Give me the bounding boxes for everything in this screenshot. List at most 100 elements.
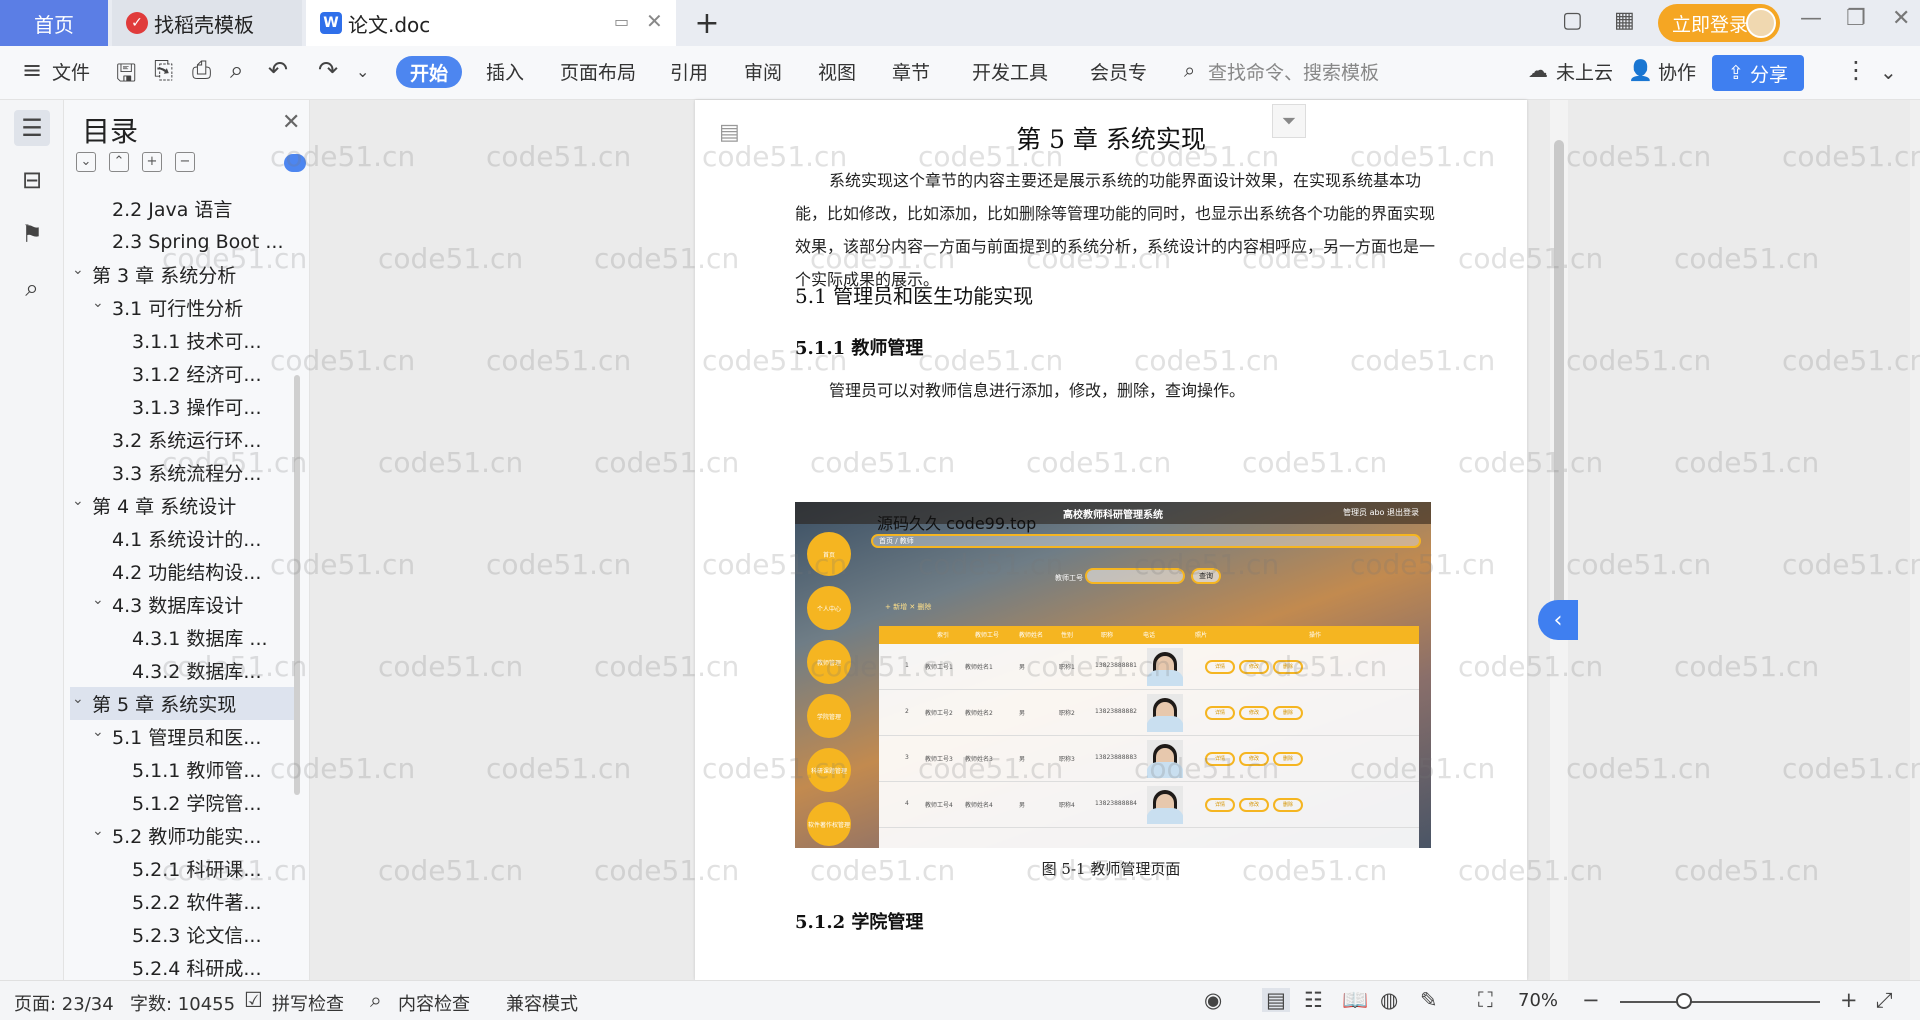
collab-button[interactable]: 协作 — [1658, 58, 1696, 85]
spell-check-button[interactable]: 拼写检查 — [272, 990, 344, 1016]
find-icon[interactable]: ⌕ — [14, 270, 50, 306]
outline-item[interactable]: 5.1.2 学院管... — [70, 786, 296, 819]
float-window-icon[interactable]: ▭ — [614, 12, 629, 31]
collapse-ribbon-icon[interactable]: ⌄ — [1880, 60, 1897, 84]
scroll-thumb[interactable] — [1554, 140, 1564, 620]
restore-icon[interactable]: ❐ — [1846, 6, 1866, 31]
remove-heading-icon[interactable]: − — [175, 152, 195, 172]
outline-item[interactable]: 2.2 Java 语言 — [70, 192, 296, 225]
word-count[interactable]: 字数: 10455 — [130, 990, 235, 1016]
outline-item[interactable]: ⌄ 3.1 可行性分析 — [70, 291, 296, 324]
tab-review[interactable]: 审阅 — [744, 58, 782, 85]
outline-item[interactable]: 5.2.2 软件著... — [70, 885, 296, 918]
tab-document[interactable]: W 论文.doc ▭ ✕ — [306, 0, 676, 46]
chevron-down-icon[interactable]: ⌄ — [92, 724, 104, 740]
outline-item[interactable]: 3.1.2 经济可... — [70, 357, 296, 390]
outline-item[interactable]: ⌄ 第 3 章 系统分析 — [70, 258, 296, 291]
write-view-icon[interactable]: ✎ — [1420, 988, 1438, 1012]
redo-icon[interactable]: ↷ — [318, 56, 338, 84]
close-tab-icon[interactable]: ✕ — [646, 9, 663, 33]
login-button[interactable]: 立即登录 — [1658, 4, 1780, 42]
close-window-icon[interactable]: ✕ — [1892, 6, 1910, 31]
expand-all-icon[interactable]: ⌃ — [109, 152, 129, 172]
smart-outline-icon[interactable] — [284, 154, 306, 172]
bookmark-icon[interactable]: ⚑ — [14, 216, 50, 252]
new-tab-button[interactable]: + — [692, 6, 722, 41]
print-icon[interactable]: ⎙ — [192, 56, 211, 84]
outline-item[interactable]: ⌄ 4.3 数据库设计 — [70, 588, 296, 621]
tab-start[interactable]: 开始 — [396, 56, 462, 88]
add-heading-icon[interactable]: + — [142, 152, 162, 172]
collapse-all-icon[interactable]: ⌄ — [76, 152, 96, 172]
grid-apps-icon[interactable]: ▦ — [1614, 8, 1635, 33]
zoom-out-icon[interactable]: − — [1582, 988, 1600, 1012]
tab-layout[interactable]: 页面布局 — [560, 58, 636, 85]
eye-protect-icon[interactable]: ◉ — [1204, 988, 1222, 1012]
chapter-nav-icon[interactable]: ⊟ — [14, 162, 50, 198]
document-scrollbar[interactable] — [1550, 100, 1568, 980]
outline-item[interactable]: 4.3.1 数据库 ... — [70, 621, 296, 654]
outline-item[interactable]: 5.2.1 科研课... — [70, 852, 296, 885]
file-menu[interactable]: 文件 — [52, 58, 90, 85]
chevron-down-icon[interactable]: ⌄ — [72, 691, 84, 707]
outline-item[interactable]: ⌄ 5.1 管理员和医... — [70, 720, 296, 753]
more-options-icon[interactable]: ⋮ — [1844, 56, 1868, 84]
outline-item[interactable]: 3.1.1 技术可... — [70, 324, 296, 357]
outline-item[interactable]: 5.2.4 科研成... — [70, 951, 296, 978]
undo-icon[interactable]: ↶ — [268, 56, 288, 84]
tab-reference[interactable]: 引用 — [670, 58, 708, 85]
outline-item[interactable]: ⌄ 第 4 章 系统设计 — [70, 489, 296, 522]
cloud-status[interactable]: 未上云 — [1556, 58, 1613, 85]
reading-view-icon[interactable]: 📖 — [1342, 988, 1368, 1013]
side-panel-toggle-icon[interactable]: ‹ — [1538, 600, 1578, 640]
more-chevron-icon[interactable]: ⌄ — [356, 62, 369, 81]
filter-icon[interactable]: ⏷ — [1272, 104, 1306, 138]
outline-item[interactable]: 4.3.2 数据库... — [70, 654, 296, 687]
zoom-in-icon[interactable]: + — [1840, 988, 1858, 1012]
tab-member[interactable]: 会员专 — [1090, 58, 1147, 85]
zoom-slider[interactable] — [1620, 1001, 1820, 1003]
chevron-down-icon[interactable]: ⌄ — [92, 592, 104, 608]
outline-item[interactable]: ⌄ 5.2 教师功能实... — [70, 819, 296, 852]
tab-chapter[interactable]: 章节 — [892, 58, 930, 85]
chevron-down-icon[interactable]: ⌄ — [92, 295, 104, 311]
save-icon[interactable]: 🖫 — [116, 56, 136, 97]
outline-item[interactable]: 3.1.3 操作可... — [70, 390, 296, 423]
tab-home[interactable]: 首页 — [0, 0, 108, 46]
close-outline-icon[interactable]: ✕ — [282, 110, 300, 135]
page-counter[interactable]: 页面: 23/34 — [14, 990, 114, 1016]
outline-item[interactable]: 3.3 系统流程分... — [70, 456, 296, 489]
page-view-icon[interactable]: ▤ — [1262, 988, 1290, 1012]
outline-item[interactable]: 2.3 Spring Boot ... — [70, 225, 296, 258]
tab-insert[interactable]: 插入 — [486, 58, 524, 85]
reading-layout-icon[interactable]: ▢ — [1562, 8, 1583, 33]
web-view-icon[interactable]: ◍ — [1380, 988, 1398, 1012]
share-button[interactable]: ⇪ 分享 — [1712, 55, 1804, 91]
command-search-input[interactable]: 查找命令、搜索模板 — [1208, 58, 1379, 85]
chevron-down-icon[interactable]: ⌄ — [92, 823, 104, 839]
content-check-button[interactable]: 内容检查 — [398, 990, 470, 1016]
outline-item[interactable]: 5.2.3 论文信... — [70, 918, 296, 951]
outline-item[interactable]: 3.2 系统运行环... — [70, 423, 296, 456]
outline-item[interactable]: 4.2 功能结构设... — [70, 555, 296, 588]
chevron-down-icon[interactable]: ⌄ — [72, 262, 84, 278]
document-page[interactable]: ▤ 第 5 章 系统实现 系统实现这个章节的内容主要还是展示系统的功能界面设计效… — [695, 100, 1527, 980]
outline-item[interactable]: ⌄ 第 5 章 系统实现 — [70, 687, 296, 720]
tab-devtools[interactable]: 开发工具 — [972, 58, 1048, 85]
zoom-slider-knob[interactable] — [1676, 993, 1692, 1009]
outline-item[interactable]: 5.1.1 教师管... — [70, 753, 296, 786]
menu-icon[interactable]: ≡ — [22, 56, 42, 84]
fullscreen-icon[interactable]: ⤢ — [1876, 988, 1893, 1013]
print-preview-icon[interactable]: ⌕ — [230, 56, 243, 84]
zoom-level[interactable]: 70% — [1518, 990, 1558, 1011]
outline-view-icon[interactable]: ☷ — [1304, 988, 1323, 1012]
chevron-down-icon[interactable]: ⌄ — [72, 493, 84, 509]
outline-scrollbar[interactable] — [294, 375, 300, 795]
outline-icon[interactable]: ☰ — [14, 110, 50, 146]
fit-page-icon[interactable]: ⛶ — [1478, 988, 1493, 1013]
minimize-icon[interactable]: — — [1800, 6, 1822, 31]
export-pdf-icon[interactable]: ⎘ — [154, 56, 173, 84]
tab-template[interactable]: ✓ 找稻壳模板 — [112, 0, 302, 46]
outline-item[interactable]: 4.1 系统设计的... — [70, 522, 296, 555]
tab-view[interactable]: 视图 — [818, 58, 856, 85]
